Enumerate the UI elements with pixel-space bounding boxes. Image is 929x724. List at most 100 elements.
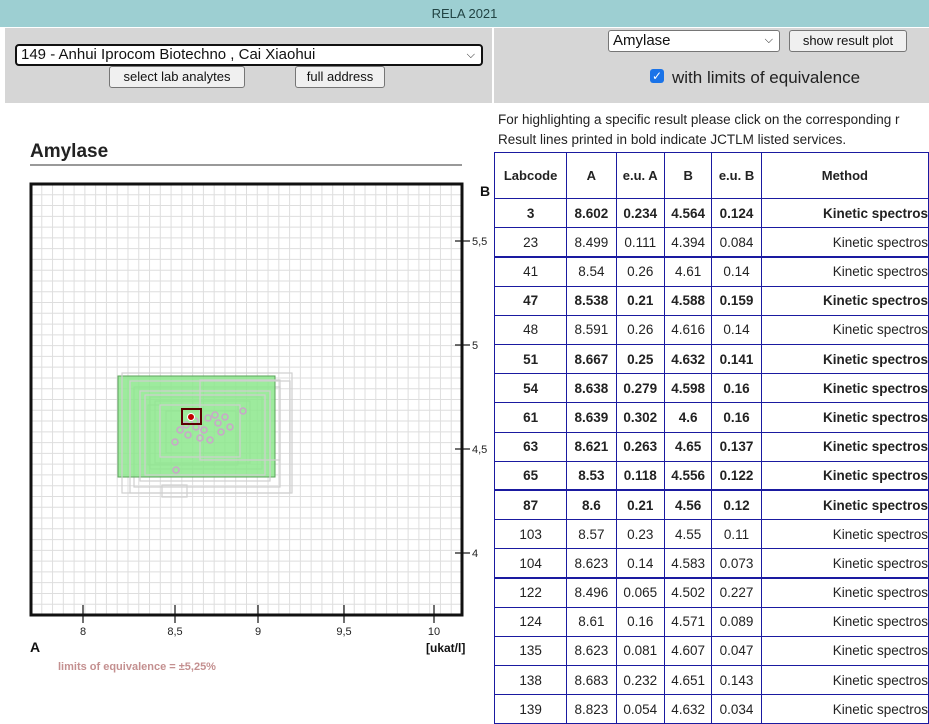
eu-a-cell: 0.279 — [615, 373, 665, 404]
a-cell: 8.57 — [566, 519, 617, 550]
a-cell: 8.823 — [566, 694, 617, 724]
method-cell: Kinetic spectros — [760, 576, 929, 608]
table-row[interactable]: 48 8.591 0.26 4.616 0.14 Kinetic spectros — [493, 314, 929, 345]
table-row[interactable]: 3 8.602 0.234 4.564 0.124 Kinetic spectros — [493, 197, 929, 229]
eu-b-cell: 0.047 — [711, 635, 762, 667]
instruction-line: Result lines printed in bold indicate JC… — [498, 132, 847, 147]
analyte-controls-panel: Amylase ⌵ show result plot ✓ with limits… — [494, 28, 929, 103]
y-tick-label: 4 — [472, 548, 478, 560]
table-row[interactable]: 87 8.6 0.21 4.56 0.12 Kinetic spectros — [493, 489, 929, 521]
eu-b-cell: 0.11 — [711, 519, 762, 550]
method-cell: Kinetic spectros — [760, 694, 929, 724]
table-row[interactable]: 139 8.823 0.054 4.632 0.034 Kinetic spectros — [493, 694, 929, 724]
labcode-cell: 124 — [493, 606, 568, 637]
method-cell: Kinetic spectros — [760, 489, 929, 521]
select-lab-analytes-button[interactable]: select lab analytes — [109, 66, 245, 88]
eu-a-cell: 0.234 — [615, 197, 665, 229]
a-cell: 8.638 — [566, 373, 617, 404]
table-row[interactable]: 61 8.639 0.302 4.6 0.16 Kinetic spectros — [493, 402, 929, 433]
eu-b-cell: 0.073 — [711, 548, 762, 579]
eu-a-cell: 0.111 — [615, 227, 665, 258]
y-tick-label: 5,5 — [472, 236, 487, 248]
app-title: RELA 2021 — [431, 6, 498, 21]
analyte-select[interactable]: Amylase ⌵ — [608, 30, 780, 52]
eu-a-cell: 0.16 — [615, 606, 665, 637]
table-row[interactable]: 23 8.499 0.111 4.394 0.084 Kinetic spectros — [493, 227, 929, 258]
b-cell: 4.6 — [663, 402, 713, 433]
eu-a-cell: 0.23 — [615, 519, 665, 550]
table-row[interactable]: 135 8.623 0.081 4.607 0.047 Kinetic spectros — [493, 635, 929, 667]
lab-controls-panel: 149 - Anhui Iprocom Biotechno , Cai Xiao… — [5, 28, 492, 103]
show-result-plot-button[interactable]: show result plot — [789, 30, 907, 52]
limits-checkbox[interactable]: ✓ — [650, 69, 664, 83]
a-cell: 8.639 — [566, 402, 617, 433]
method-cell: Kinetic spectros — [760, 285, 929, 316]
eu-b-cell: 0.159 — [711, 285, 762, 316]
b-cell: 4.65 — [663, 431, 713, 462]
method-cell: Kinetic spectros — [760, 373, 929, 404]
a-cell: 8.61 — [566, 606, 617, 637]
table-row[interactable]: 122 8.496 0.065 4.502 0.227 Kinetic spectros — [493, 576, 929, 608]
eu-b-cell: 0.143 — [711, 664, 762, 696]
b-cell: 4.588 — [663, 285, 713, 316]
table-row[interactable]: 63 8.621 0.263 4.65 0.137 Kinetic spectros — [493, 431, 929, 462]
a-cell: 8.54 — [566, 255, 617, 287]
b-cell: 4.632 — [663, 694, 713, 724]
b-cell: 4.564 — [663, 197, 713, 229]
table-row[interactable]: 103 8.57 0.23 4.55 0.11 Kinetic spectros — [493, 519, 929, 550]
eu-a-cell: 0.302 — [615, 402, 665, 433]
method-cell: Kinetic spectros — [760, 197, 929, 229]
b-cell: 4.61 — [663, 255, 713, 287]
labcode-cell: 61 — [493, 402, 568, 433]
b-cell: 4.607 — [663, 635, 713, 667]
unit-label: [ukat/l] — [426, 641, 465, 655]
results-table-body: 3 8.602 0.234 4.564 0.124 Kinetic spectros 23 8… — [493, 197, 929, 724]
b-cell: 4.571 — [663, 606, 713, 637]
youden-plot-svg[interactable]: Amylase 8 8,5 9 9,5 10 5,5 5 4,5 4 A B [ukat/l]… — [0, 105, 492, 723]
labcode-cell: 48 — [493, 314, 568, 345]
highlighted-lab-point[interactable] — [187, 413, 195, 421]
eu-a-cell: 0.081 — [615, 635, 665, 667]
a-cell: 8.683 — [566, 664, 617, 696]
full-address-button[interactable]: full address — [295, 66, 385, 88]
labcode-cell: 47 — [493, 285, 568, 316]
b-cell: 4.502 — [663, 576, 713, 608]
column-header-labcode: Labcode — [493, 152, 568, 199]
table-row[interactable]: 41 8.54 0.26 4.61 0.14 Kinetic spectros — [493, 255, 929, 287]
method-cell: Kinetic spectros — [760, 431, 929, 462]
table-row[interactable]: 138 8.683 0.232 4.651 0.143 Kinetic spectros — [493, 664, 929, 696]
table-row[interactable]: 51 8.667 0.25 4.632 0.141 Kinetic spectros — [493, 343, 929, 375]
a-cell: 8.499 — [566, 227, 617, 258]
a-cell: 8.6 — [566, 489, 617, 521]
limits-checkbox-label: with limits of equivalence — [672, 68, 861, 87]
youden-plot[interactable]: Amylase 8 8,5 9 9,5 10 5,5 5 4,5 4 A B [ukat/l]… — [0, 105, 492, 723]
eu-a-cell: 0.21 — [615, 489, 665, 521]
labcode-cell: 63 — [493, 431, 568, 462]
table-row[interactable]: 104 8.623 0.14 4.583 0.073 Kinetic spectros — [493, 548, 929, 579]
labcode-cell: 65 — [493, 460, 568, 491]
method-cell: Kinetic spectros — [760, 227, 929, 258]
column-header-eu-a: e.u. A — [615, 152, 665, 199]
eu-b-cell: 0.16 — [711, 402, 762, 433]
table-row[interactable]: 65 8.53 0.118 4.556 0.122 Kinetic spectros — [493, 460, 929, 491]
eu-a-cell: 0.25 — [615, 343, 665, 375]
lab-select[interactable]: 149 - Anhui Iprocom Biotechno , Cai Xiao… — [15, 44, 483, 66]
table-row[interactable]: 54 8.638 0.279 4.598 0.16 Kinetic spectros — [493, 373, 929, 404]
eu-b-cell: 0.14 — [711, 255, 762, 287]
column-header-b: B — [663, 152, 713, 199]
labcode-cell: 87 — [493, 489, 568, 521]
table-instructions: For highlighting a specific result pleas… — [498, 110, 929, 150]
labcode-cell: 104 — [493, 548, 568, 579]
a-cell: 8.591 — [566, 314, 617, 345]
table-row[interactable]: 47 8.538 0.21 4.588 0.159 Kinetic spectros — [493, 285, 929, 316]
lab-select-value: 149 - Anhui Iprocom Biotechno , Cai Xiao… — [21, 46, 316, 63]
instruction-line: For highlighting a specific result pleas… — [498, 112, 900, 127]
eu-a-cell: 0.118 — [615, 460, 665, 491]
eu-a-cell: 0.065 — [615, 576, 665, 608]
a-cell: 8.53 — [566, 460, 617, 491]
eu-a-cell: 0.263 — [615, 431, 665, 462]
eu-b-cell: 0.227 — [711, 576, 762, 608]
axis-a-label: A — [30, 639, 40, 655]
labcode-cell: 3 — [493, 197, 568, 229]
table-row[interactable]: 124 8.61 0.16 4.571 0.089 Kinetic spectros — [493, 606, 929, 637]
